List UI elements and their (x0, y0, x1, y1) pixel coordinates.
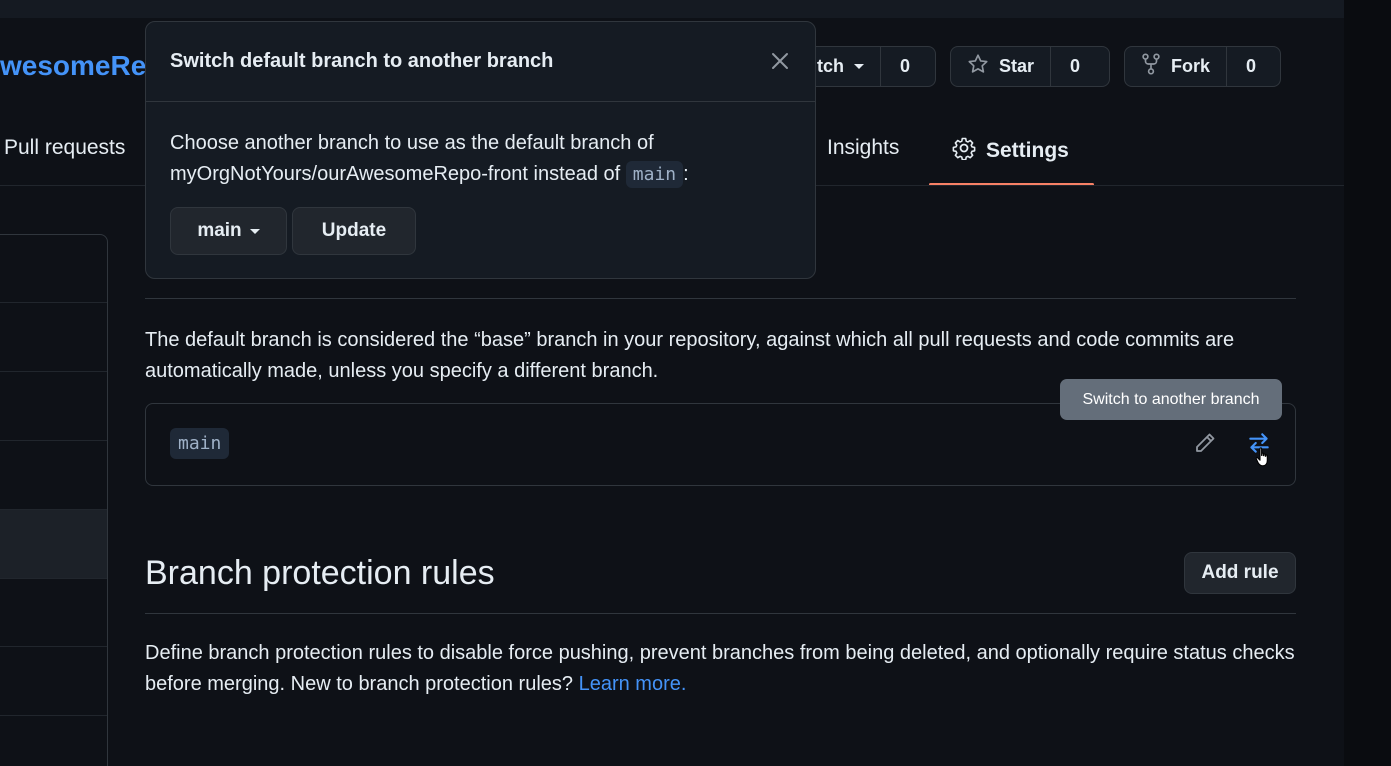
dialog-description: Choose another branch to use as the defa… (170, 132, 654, 185)
fork-button[interactable]: Fork (1125, 47, 1228, 86)
star-button[interactable]: Star (951, 47, 1052, 86)
star-button-group[interactable]: Star 0 (950, 46, 1110, 87)
close-icon (771, 52, 789, 75)
learn-more-link[interactable]: Learn more. (579, 673, 687, 695)
tab-pull-requests[interactable]: Pull requests (4, 136, 125, 160)
section-divider (145, 613, 1296, 614)
caret-down-icon (249, 228, 260, 234)
default-branch-description: The default branch is considered the “ba… (145, 329, 1235, 382)
dialog-header: Switch default branch to another branch (146, 22, 815, 102)
branch-select-button[interactable]: main (170, 207, 287, 255)
watch-label: tch (817, 56, 844, 76)
branch-protection-text: Define branch protection rules to disabl… (145, 642, 1295, 695)
caret-down-icon (854, 64, 864, 69)
fork-button-group[interactable]: Fork 0 (1124, 46, 1281, 87)
watch-count[interactable]: 0 (881, 47, 929, 86)
tab-settings-label: Settings (986, 139, 1069, 162)
dialog-body: Choose another branch to use as the defa… (170, 128, 790, 190)
switch-default-branch-dialog: Switch default branch to another branch … (145, 21, 816, 279)
fork-label: Fork (1171, 56, 1211, 76)
gear-icon (952, 136, 976, 166)
branch-protection-description: Define branch protection rules to disabl… (145, 638, 1296, 700)
side-menu-item-branches[interactable] (0, 510, 107, 579)
dialog-title: Switch default branch to another branch (170, 50, 554, 72)
side-menu-item[interactable] (0, 647, 107, 716)
pencil-icon (1193, 431, 1217, 460)
side-menu-item[interactable] (0, 716, 107, 766)
branch-select-label: main (197, 220, 242, 241)
default-branch-name: main (170, 428, 230, 459)
switch-branch-tooltip: Switch to another branch (1060, 379, 1282, 420)
window-edge (1344, 0, 1391, 766)
side-menu-item[interactable] (0, 235, 107, 303)
rename-branch-button[interactable] (1190, 430, 1220, 460)
settings-side-menu (0, 234, 108, 766)
dialog-description-suffix: : (683, 163, 689, 185)
star-label: Star (999, 56, 1035, 76)
side-menu-item[interactable] (0, 441, 107, 510)
fork-icon (1141, 53, 1161, 80)
top-strip (0, 0, 1344, 18)
dialog-close-button[interactable] (766, 49, 794, 77)
hand-cursor-icon (1254, 446, 1272, 473)
tab-settings[interactable]: Settings (952, 136, 1069, 166)
tab-insights[interactable]: Insights (827, 136, 899, 160)
repo-name-link[interactable]: wesomeRe (0, 50, 146, 82)
star-icon (967, 53, 989, 80)
branch-protection-heading: Branch protection rules (145, 554, 495, 592)
add-rule-button[interactable]: Add rule (1184, 552, 1296, 594)
side-menu-item[interactable] (0, 303, 107, 372)
section-divider (145, 298, 1296, 299)
current-branch-code: main (625, 161, 684, 188)
side-menu-item[interactable] (0, 372, 107, 441)
update-button[interactable]: Update (292, 207, 416, 255)
fork-count[interactable]: 0 (1227, 47, 1275, 86)
star-count[interactable]: 0 (1051, 47, 1099, 86)
side-menu-item[interactable] (0, 579, 107, 647)
